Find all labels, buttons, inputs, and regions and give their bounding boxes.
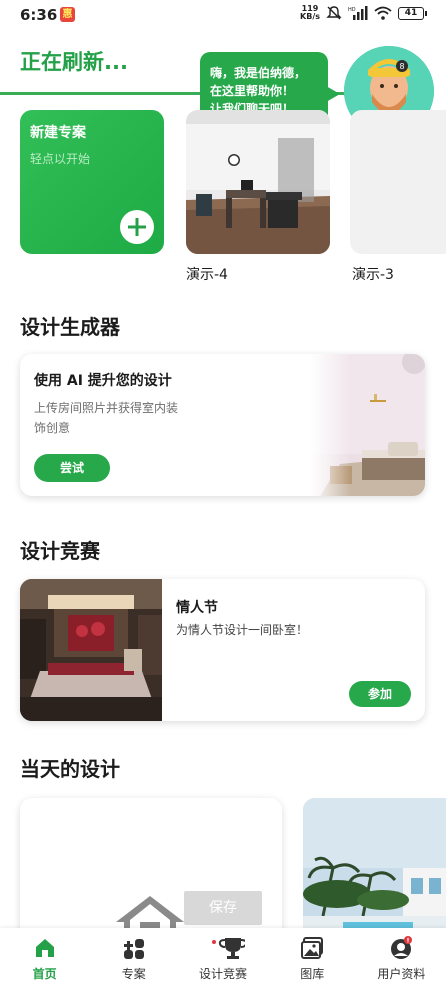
villa-render-image (303, 798, 446, 938)
competition-title: 情人节 (176, 600, 218, 616)
project-label: 演示-4 (186, 267, 228, 283)
new-project-subtitle: 轻点以开始 (30, 152, 91, 166)
generator-card-description: 上传房间照片并获得室内装饰创意 (34, 401, 179, 435)
trophy-icon (212, 938, 245, 959)
bedroom-render-image (310, 354, 425, 496)
try-button[interactable]: 尝试 (34, 454, 110, 482)
project-label: 演示-3 (352, 267, 394, 283)
nav-home[interactable]: 首页 (0, 928, 89, 986)
daily-design-card[interactable] (303, 798, 446, 938)
bottom-navigation: 首页 专案 设计竞赛 图库 用户资料 (0, 928, 446, 986)
nav-projects[interactable]: 专案 (89, 928, 178, 986)
competition-card[interactable]: 情人节 为情人节设计一间卧室！ 参加 (20, 579, 425, 721)
signal-icon: HD (348, 6, 368, 20)
generator-card-title: 使用 AI 提升您的设计 (34, 373, 172, 389)
gallery-icon (301, 937, 324, 959)
competition-description: 为情人节设计一间卧室！ (176, 623, 309, 637)
design-of-the-day-heading: 当天的设计 (20, 757, 120, 781)
mute-icon (326, 6, 342, 20)
design-generator-heading: 设计生成器 (20, 315, 120, 339)
daily-design-card[interactable]: 保存 (20, 798, 282, 938)
nav-gallery[interactable]: 图库 (268, 928, 357, 986)
svg-text:HD: HD (348, 7, 356, 13)
project-card-demo-3[interactable] (350, 110, 446, 254)
save-button[interactable]: 保存 (184, 891, 262, 925)
profile-icon (391, 936, 413, 959)
nav-competition[interactable]: 设计竞赛 (178, 928, 267, 986)
nav-profile[interactable]: 用户资料 (357, 928, 446, 986)
nav-label: 专案 (121, 967, 146, 981)
projects-icon (123, 939, 144, 959)
status-time: 6:36 (20, 6, 58, 24)
join-button[interactable]: 参加 (349, 681, 411, 707)
add-project-button[interactable] (120, 210, 154, 244)
nav-label: 图库 (300, 967, 325, 981)
new-project-card[interactable]: 新建专案 轻点以开始 (20, 110, 164, 254)
design-generator-card[interactable]: 使用 AI 提升您的设计 上传房间照片并获得室内装饰创意 尝试 (20, 354, 425, 496)
new-project-title: 新建专案 (30, 125, 86, 141)
project-card-demo-4[interactable] (186, 110, 330, 254)
status-bar: 6:36 惠 119 KB/s HD 41 (0, 0, 446, 30)
speech-line: 嗨，我是伯纳德， (210, 66, 307, 80)
svg-text:8: 8 (400, 62, 405, 71)
status-icons: 119 KB/s HD 41 (300, 4, 427, 21)
office-render-image (186, 110, 330, 254)
nav-label: 首页 (32, 967, 57, 981)
design-competition-heading: 设计竞赛 (20, 539, 100, 563)
refresh-status-title: 正在刷新... (20, 50, 128, 74)
nav-label: 用户资料 (377, 967, 426, 981)
valentine-bedroom-image (20, 579, 162, 721)
app-notification-icon: 惠 (60, 7, 75, 22)
nav-label: 设计竞赛 (199, 967, 248, 981)
network-speed: 119 KB/s (300, 4, 320, 21)
home-icon (35, 939, 54, 957)
battery-icon: 41 (398, 6, 427, 20)
wifi-icon (374, 6, 392, 20)
speech-line: 在这里帮助你！ (210, 84, 295, 98)
